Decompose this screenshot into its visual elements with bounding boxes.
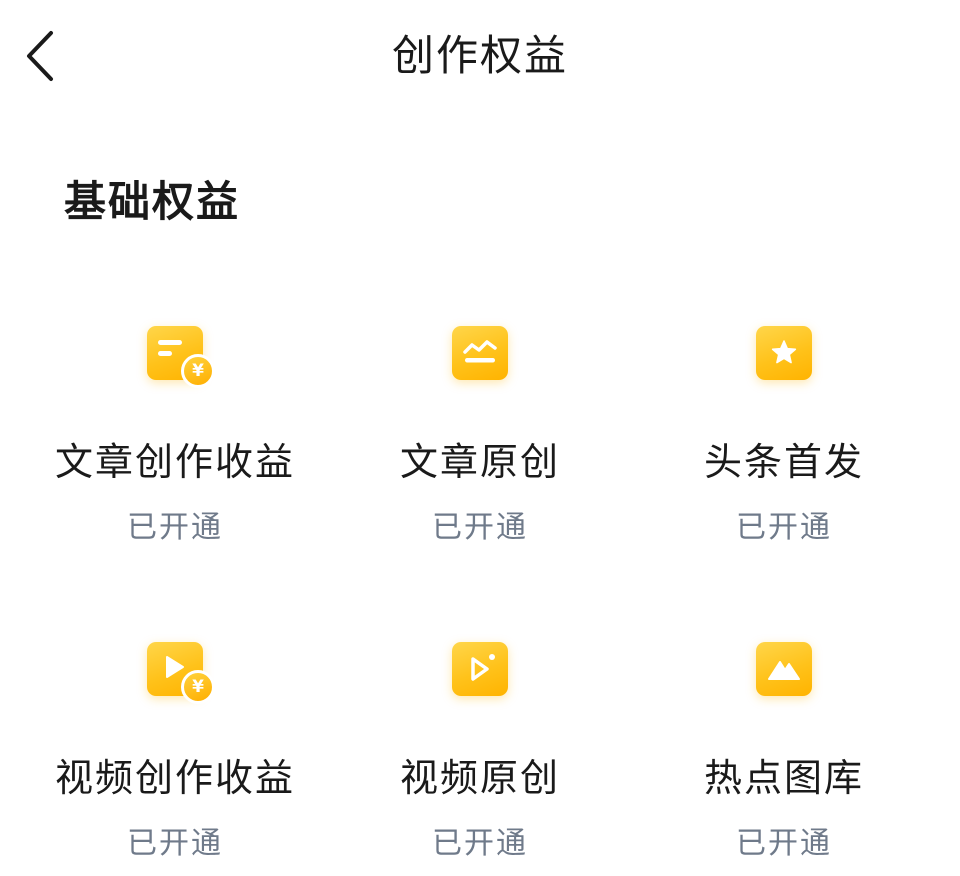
benefit-video-revenue[interactable]: ¥ 视频创作收益 已开通: [25, 616, 325, 876]
yuan-coin-icon: ¥: [181, 670, 215, 704]
benefit-label: 视频创作收益: [54, 756, 295, 800]
benefit-label: 文章创作收益: [54, 440, 295, 484]
star-badge-icon: [744, 322, 824, 402]
video-revenue-icon: ¥: [135, 638, 215, 718]
benefit-status: 已开通: [736, 510, 832, 545]
video-original-icon: [440, 638, 520, 718]
benefit-status: 已开通: [736, 826, 832, 861]
benefit-label: 文章原创: [399, 440, 560, 484]
benefit-article-revenue[interactable]: ¥ 文章创作收益 已开通: [25, 300, 325, 560]
benefit-label: 头条首发: [703, 440, 864, 484]
benefit-status: 已开通: [127, 826, 223, 861]
yuan-coin-icon: ¥: [181, 354, 215, 388]
image-library-icon: [744, 638, 824, 718]
benefit-headline-first[interactable]: 头条首发 已开通: [634, 300, 934, 560]
benefit-label: 热点图库: [703, 756, 864, 800]
benefit-video-original[interactable]: 视频原创 已开通: [330, 616, 630, 876]
benefit-status: 已开通: [432, 510, 528, 545]
benefit-label: 视频原创: [399, 756, 560, 800]
benefit-status: 已开通: [127, 510, 223, 545]
top-bar: 创作权益: [0, 0, 960, 112]
article-revenue-icon: ¥: [135, 322, 215, 402]
benefit-status: 已开通: [432, 826, 528, 861]
page-title: 创作权益: [391, 31, 568, 80]
section-title: 基础权益: [64, 177, 241, 226]
benefit-article-original[interactable]: 文章原创 已开通: [330, 300, 630, 560]
article-original-icon: [440, 322, 520, 402]
benefit-image-library[interactable]: 热点图库 已开通: [634, 616, 934, 876]
